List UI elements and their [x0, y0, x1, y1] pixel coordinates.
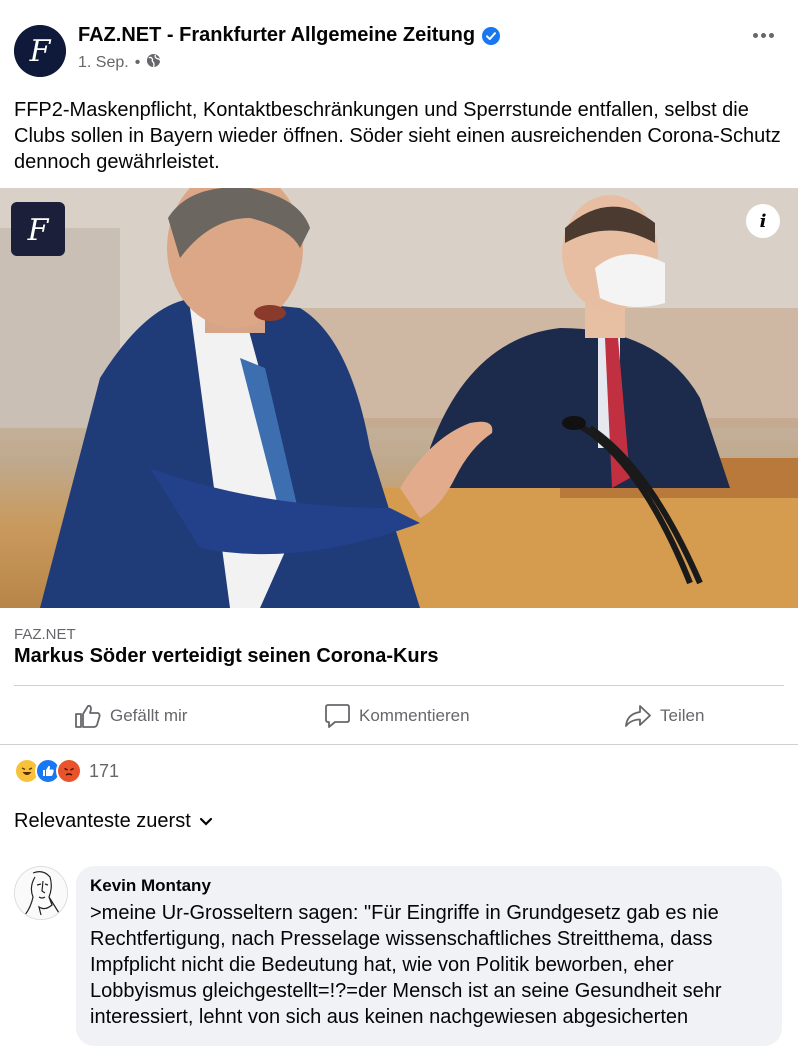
divider — [0, 744, 798, 745]
chevron-down-icon — [199, 817, 212, 826]
sort-label: Relevanteste zuerst — [14, 810, 191, 832]
meta-separator: • — [134, 54, 141, 71]
post-date[interactable]: 1. Sep. — [78, 54, 129, 72]
svg-text:F: F — [29, 34, 52, 69]
reactions-summary[interactable]: 171 — [14, 758, 119, 784]
dot-icon — [768, 32, 774, 38]
comment-button[interactable]: Kommentieren — [324, 690, 470, 742]
link-title[interactable]: Markus Söder verteidigt seinen Corona-Ku… — [14, 645, 439, 668]
like-button[interactable]: Gefällt mir — [74, 690, 187, 742]
info-icon[interactable]: i — [746, 204, 780, 238]
link-domain: FAZ.NET — [14, 626, 76, 643]
commenter-avatar[interactable] — [14, 866, 68, 920]
like-label: Gefällt mir — [110, 706, 188, 725]
info-label: i — [759, 210, 767, 232]
share-label: Teilen — [660, 706, 705, 725]
post-image[interactable] — [0, 188, 798, 608]
comment-author[interactable]: Kevin Montany — [90, 876, 211, 896]
dot-icon — [760, 32, 766, 38]
sketch-portrait-icon — [15, 867, 67, 919]
share-icon — [625, 705, 651, 727]
page-name[interactable]: FAZ.NET - Frankfurter Allgemeine Zeitung — [78, 24, 501, 47]
divider — [14, 685, 784, 686]
share-button[interactable]: Teilen — [624, 690, 704, 742]
post-text: FFP2-Maskenpflicht, Kontaktbeschränkunge… — [14, 99, 781, 173]
reaction-count: 171 — [89, 760, 120, 781]
faz-badge-icon: F — [11, 202, 65, 256]
post-header: F FAZ.NET - Frankfurter Allgemeine Zeitu… — [0, 0, 798, 90]
post-actions: Gefällt mir Kommentieren Teilen — [0, 690, 798, 742]
page-avatar[interactable]: F — [14, 25, 66, 77]
comment-icon — [325, 704, 350, 728]
faz-logo-icon: F — [14, 25, 66, 77]
post-meta: 1. Sep. • — [78, 53, 161, 73]
comment-text: >meine Ur-Grosseltern sagen: "Für Eingri… — [90, 902, 722, 1028]
thumbs-up-icon — [75, 704, 101, 728]
photo-illustration — [0, 188, 798, 608]
verified-badge-icon — [482, 26, 501, 45]
comment-sort-dropdown[interactable]: Relevanteste zuerst — [14, 810, 213, 833]
globe-icon — [146, 53, 161, 73]
comment-label: Kommentieren — [359, 706, 470, 725]
svg-text:F: F — [27, 213, 50, 248]
page-name-text[interactable]: FAZ.NET - Frankfurter Allgemeine Zeitung — [78, 24, 475, 47]
dot-icon — [752, 32, 758, 38]
angry-reaction-icon — [56, 758, 82, 784]
more-options-button[interactable] — [748, 24, 778, 46]
